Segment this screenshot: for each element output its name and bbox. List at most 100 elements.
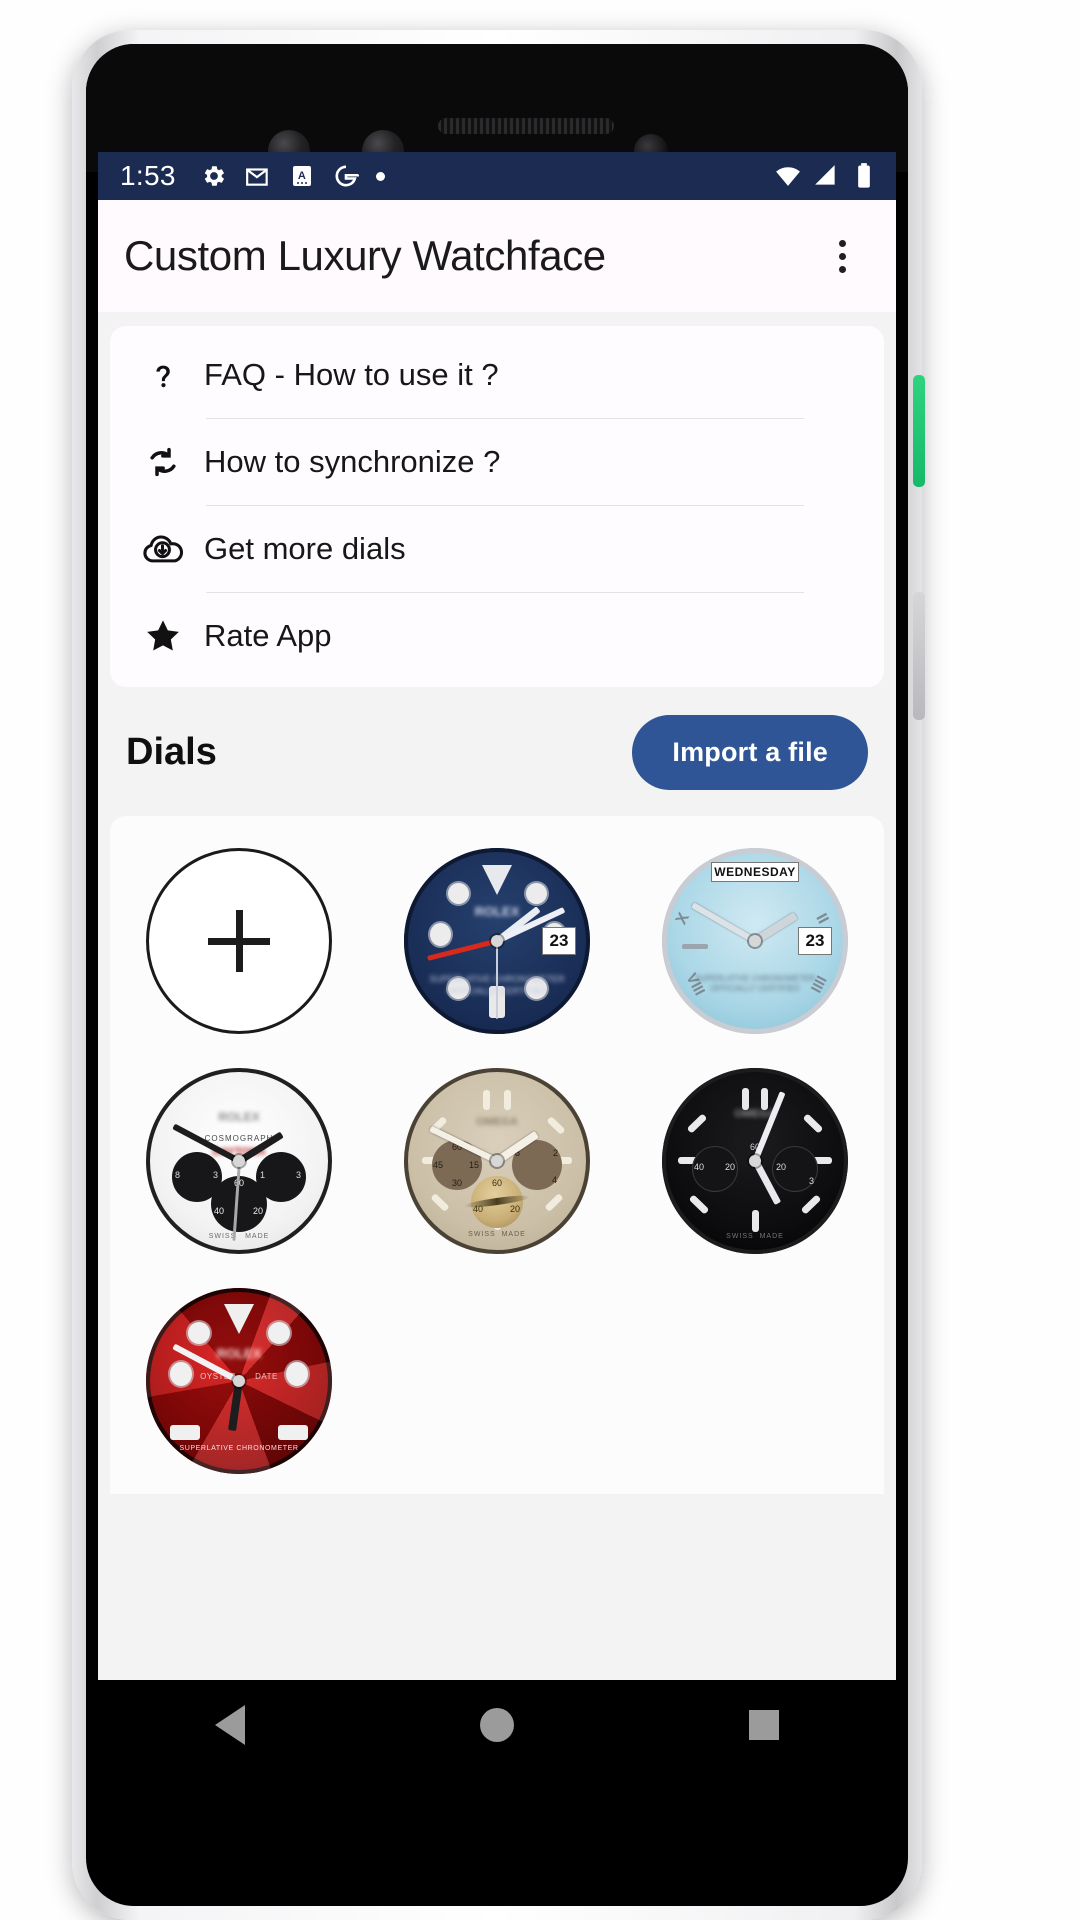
menu-item-faq[interactable]: FAQ - How to use it ? <box>110 332 884 418</box>
import-file-button[interactable]: Import a file <box>632 715 868 790</box>
gear-icon <box>200 162 228 190</box>
marker-12 <box>482 865 512 895</box>
dials-grid: ROLEX SUPERLATIVE CHRONOMETER OFFICIALLY… <box>110 838 884 1484</box>
cosmograph-text: COSMOGRAPH <box>204 1134 274 1143</box>
dial-item-add-new[interactable] <box>110 838 368 1044</box>
daytona-white-dial[interactable]: ROLEX COSMOGRAPH DAYTONA 8 3 1 3 40 20 S… <box>146 1068 332 1254</box>
status-bar-right <box>774 162 878 190</box>
dial-item-submariner-red[interactable]: ROLEX OYSTER DATE SUPERLATIVE CHRONOMETE… <box>110 1278 368 1484</box>
menu-item-label: FAQ - How to use it ? <box>204 357 499 392</box>
subdial-bottom: 60 40 20 <box>463 1176 531 1228</box>
overflow-dot <box>838 252 846 260</box>
hands-pivot <box>749 1155 761 1167</box>
add-dial-circle[interactable] <box>146 848 332 1034</box>
hour-marker <box>170 1425 200 1440</box>
dial-item-daytona-white[interactable]: ROLEX COSMOGRAPH DAYTONA 8 3 1 3 40 20 S… <box>110 1058 368 1264</box>
more-vert-icon[interactable] <box>814 228 870 284</box>
menu-item-label: How to synchronize ? <box>204 444 501 479</box>
brand-text: ROLEX <box>218 1110 260 1124</box>
menu-item-label: Rate App <box>204 618 332 653</box>
marker-12b <box>504 1090 511 1110</box>
app-bar: Custom Luxury Watchface <box>98 200 896 312</box>
roman-marker: II <box>812 910 832 927</box>
hour-marker <box>526 883 547 904</box>
submariner-red-dial[interactable]: ROLEX OYSTER DATE SUPERLATIVE CHRONOMETE… <box>146 1288 332 1474</box>
a-box-icon: A <box>288 162 316 190</box>
second-hand <box>496 941 498 1019</box>
hour-marker <box>430 923 451 946</box>
power-button[interactable] <box>913 375 925 487</box>
earpiece-speaker <box>438 118 614 134</box>
dial-item-speedmaster-black[interactable]: OMEGA 40 20 20 3 60 SWISS MADE <box>626 1058 884 1264</box>
help-menu-card: FAQ - How to use it ? How to synchronize… <box>110 326 884 687</box>
wifi-icon <box>774 162 802 190</box>
overflow-dot <box>838 239 846 247</box>
hands-pivot <box>233 1155 245 1167</box>
ring-decoration <box>463 1193 531 1210</box>
svg-text:A: A <box>298 170 306 182</box>
google-g-icon <box>332 162 360 190</box>
cloud-download-icon <box>136 529 190 569</box>
date-window: 23 <box>798 927 832 955</box>
subdial-left: 40 20 <box>692 1146 738 1192</box>
scroll-content[interactable]: FAQ - How to use it ? How to synchronize… <box>98 312 896 1680</box>
hands-pivot <box>491 1155 503 1167</box>
brand-text: OMEGA <box>734 1108 776 1120</box>
star-icon <box>136 616 190 656</box>
marker-12a <box>483 1090 490 1110</box>
minute-hand <box>691 902 757 944</box>
menu-item-sync[interactable]: How to synchronize ? <box>110 419 884 505</box>
hands-pivot <box>749 935 761 947</box>
nav-back-button[interactable] <box>215 1705 246 1745</box>
marker-12b <box>761 1088 768 1110</box>
page-title: Custom Luxury Watchface <box>124 232 606 279</box>
sync-icon <box>136 442 190 482</box>
chronometer-text-1: SUPERLATIVE CHRONOMETER <box>694 974 816 983</box>
hour-marker <box>278 1425 308 1440</box>
speedmaster-beige-dial[interactable]: OMEGA 60 45 15 30 8 2 4 60 40 20 SWISS M… <box>404 1068 590 1254</box>
swiss-made-text: SWISS MADE <box>468 1231 526 1238</box>
plus-icon <box>235 910 243 972</box>
hour-marker <box>268 1322 290 1344</box>
battery-icon <box>850 162 878 190</box>
date-window: 23 <box>542 927 576 955</box>
status-time: 1:53 <box>120 160 176 191</box>
dials-card: ROLEX SUPERLATIVE CHRONOMETER OFFICIALLY… <box>110 816 884 1494</box>
volume-button[interactable] <box>913 592 925 720</box>
nav-home-button[interactable] <box>479 1708 514 1742</box>
swiss-made-text: SWISS MADE <box>208 1233 270 1240</box>
menu-item-rate-app[interactable]: Rate App <box>110 593 884 679</box>
hands-pivot <box>233 1375 245 1387</box>
hands-pivot <box>491 935 503 947</box>
hour-marker <box>188 1322 210 1344</box>
submariner-navy-dial[interactable]: ROLEX SUPERLATIVE CHRONOMETER OFFICIALLY… <box>404 848 590 1034</box>
dials-title: Dials <box>126 731 217 773</box>
android-nav-bar <box>98 1680 896 1770</box>
gmail-icon <box>244 162 272 190</box>
hour-marker <box>682 944 708 949</box>
overflow-dot <box>838 265 846 273</box>
day-window: WEDNESDAY <box>711 862 799 882</box>
dials-section-header: Dials Import a file <box>98 687 896 816</box>
dial-item-submariner-navy[interactable]: ROLEX SUPERLATIVE CHRONOMETER OFFICIALLY… <box>368 838 626 1044</box>
swiss-made-text: SWISS MADE <box>726 1233 784 1240</box>
dial-item-speedmaster-beige[interactable]: OMEGA 60 45 15 30 8 2 4 60 40 20 SWISS M… <box>368 1058 626 1264</box>
phone-screen: 1:53 A Custom Luxury Watchface FAQ - How… <box>98 152 896 1770</box>
nav-recents-button[interactable] <box>748 1710 779 1740</box>
menu-item-label: Get more dials <box>204 531 406 566</box>
screenshot-stage: 1:53 A Custom Luxury Watchface FAQ - How… <box>0 0 1080 1920</box>
day-date-ice-blue-dial[interactable]: WEDNESDAY X VIII II IIII SUPERLATIVE CHR… <box>662 848 848 1034</box>
dot-icon <box>375 171 385 181</box>
cellular-signal-icon <box>812 162 840 190</box>
status-bar: 1:53 A <box>98 152 896 200</box>
subdial-right: 20 3 <box>772 1146 818 1192</box>
menu-item-get-more-dials[interactable]: Get more dials <box>110 506 884 592</box>
chronometer-text: SUPERLATIVE CHRONOMETER <box>179 1445 299 1452</box>
marker-12a <box>742 1088 749 1110</box>
roman-marker: X <box>672 910 693 928</box>
dial-item-day-date-ice-blue[interactable]: WEDNESDAY X VIII II IIII SUPERLATIVE CHR… <box>626 838 884 1044</box>
marker-6 <box>751 1210 759 1232</box>
hour-marker <box>448 883 469 904</box>
status-bar-left: 1:53 A <box>120 160 385 192</box>
speedmaster-black-dial[interactable]: OMEGA 40 20 20 3 60 SWISS MADE <box>662 1068 848 1254</box>
